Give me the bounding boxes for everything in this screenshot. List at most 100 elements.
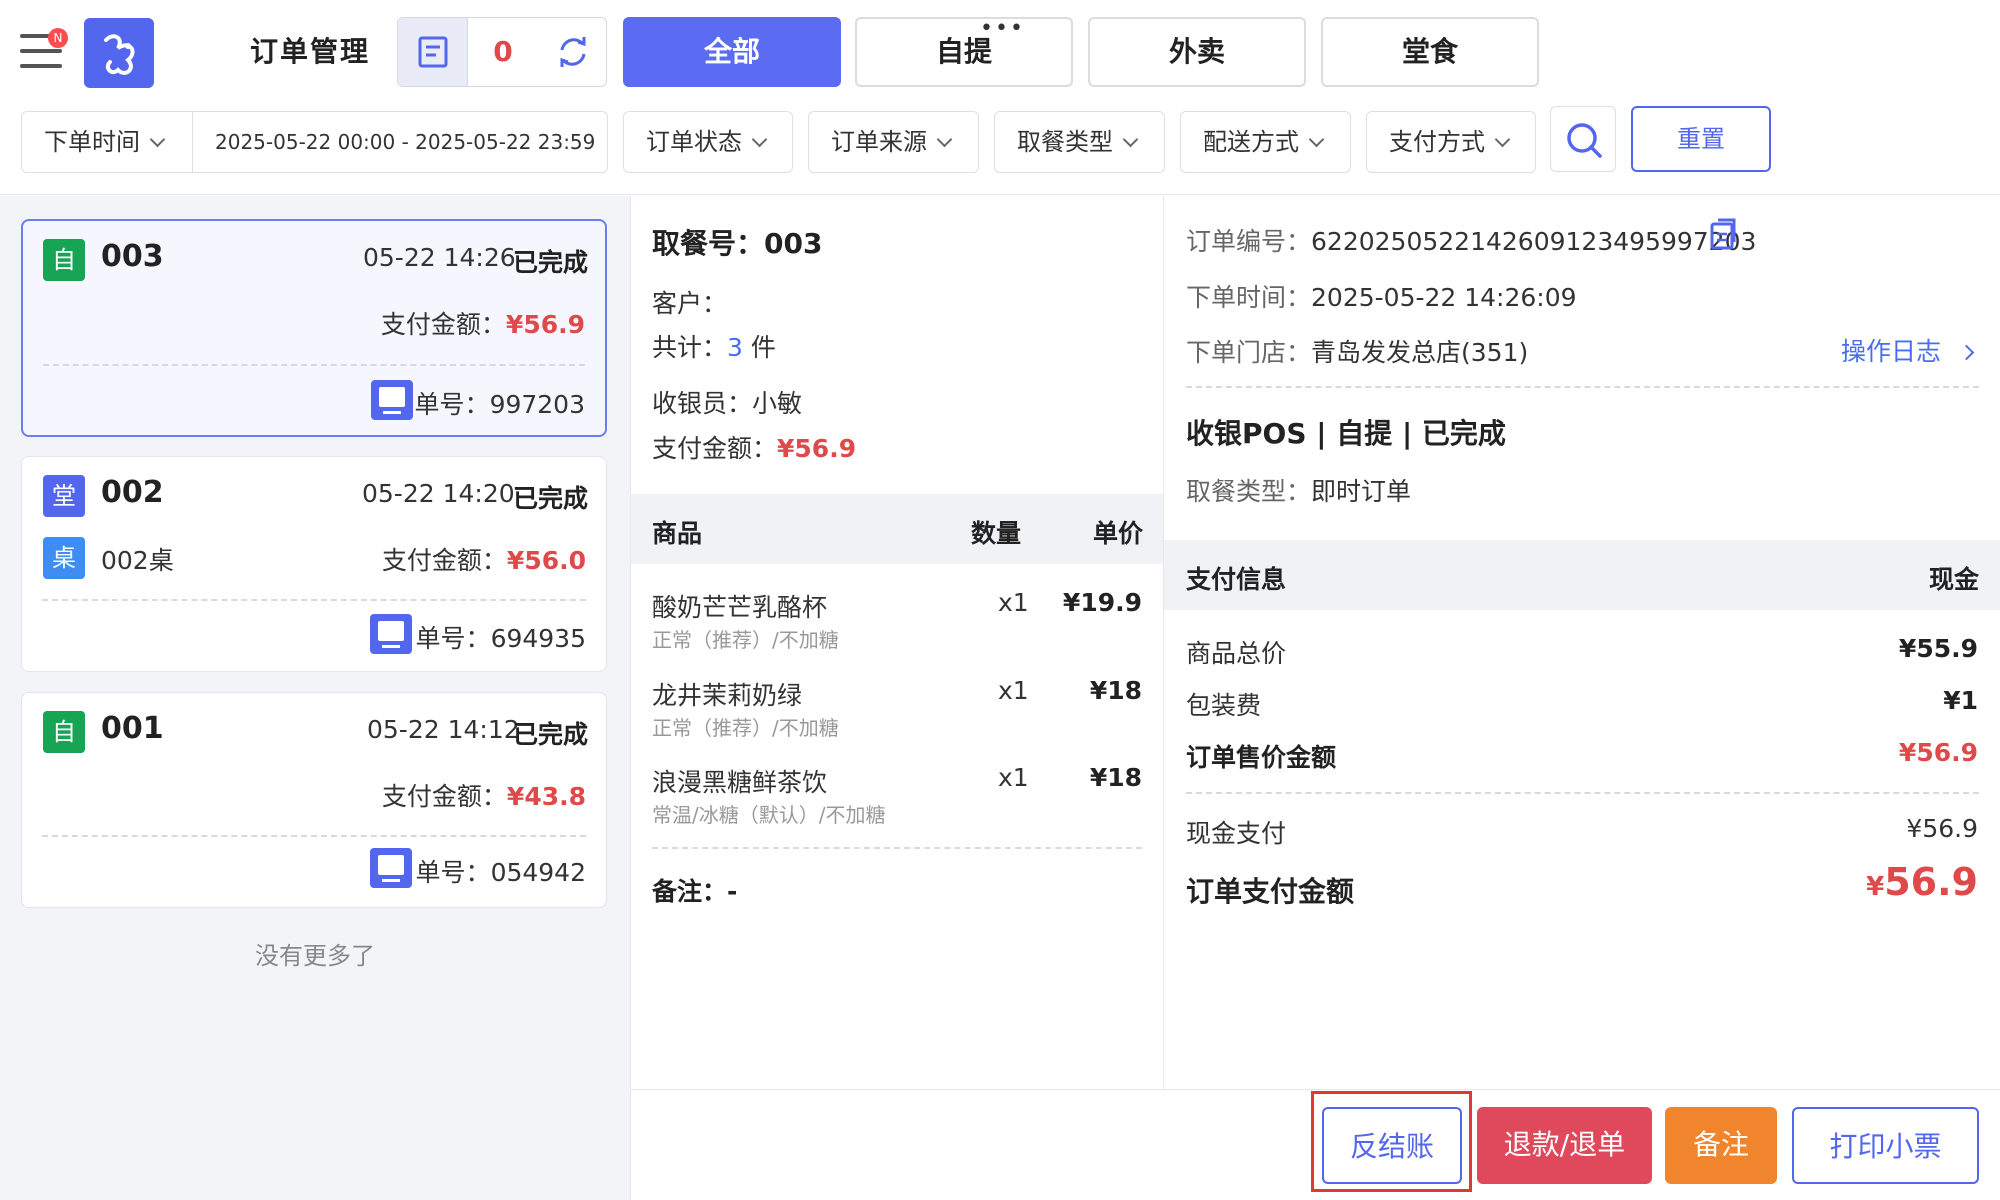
filter-delivery-method[interactable]: 配送方式 [1180,111,1351,173]
total-label: 共计： [652,333,728,362]
packing-fee-label: 包装费 [1186,691,1262,720]
goods-total-value: ¥55.9 [1898,634,1978,663]
order-no-value: 6220250522142609123495997203 [1311,227,1757,256]
customer-label: 客户： [652,289,728,318]
item-spec: 正常（推荐）/不加糖 [652,628,839,652]
dine-in-tag: 堂 [43,475,85,517]
item-qty: x1 [998,676,1029,705]
order-no: 997203 [489,390,585,419]
order-no-row: 单号：997203 [415,385,585,421]
order-no-row: 单号：054942 [416,853,586,889]
filter-order-source[interactable]: 订单来源 [808,111,979,173]
filter-meal-type[interactable]: 取餐类型 [994,111,1165,173]
pos-icon [371,380,413,420]
store-value: 青岛发发总店(351) [1311,338,1529,367]
order-no-row: 单号：694935 [416,619,586,655]
order-no: 054942 [490,858,586,887]
order-status: 已完成 [513,720,589,749]
divider [1186,792,1979,794]
meal-type-value: 即时订单 [1311,477,1412,506]
search-icon [1567,123,1602,158]
refresh-icon[interactable] [538,18,606,86]
divider [43,364,585,366]
order-list-icon[interactable] [398,18,468,86]
paid-amount-label: 订单支付金额 [1186,875,1355,908]
pickup-tag: 自 [43,239,85,281]
more-dots-icon: ••• [980,16,1025,41]
order-card-001[interactable]: 自 001 05-22 14:12 已完成 支付金额：¥43.8 单号：0549… [21,692,607,908]
item-spec: 正常（推荐）/不加糖 [652,716,839,740]
col-item: 商品 [652,519,703,548]
meal-type-row: 取餐类型：即时订单 [1186,472,1411,508]
date-filter: 下单时间 2025-05-22 00:00 - 2025-05-22 23:59 [21,111,608,173]
table-tag: 桌 [43,537,85,579]
cashier-row: 收银员：小敏 [652,384,802,420]
pay-amount: ¥43.8 [506,782,586,811]
pay-label: 支付金额： [381,546,507,575]
order-no-label: 订单编号： [1186,227,1312,256]
date-range-input[interactable]: 2025-05-22 00:00 - 2025-05-22 23:59 [215,112,595,172]
order-no-label: 单号： [415,624,491,653]
pay-amount: ¥56.0 [506,546,586,575]
col-price: 单价 [1093,519,1144,548]
order-card-003[interactable]: 自 003 05-22 14:26 已完成 支付金额：¥56.9 单号：9972… [21,219,607,437]
reverse-checkout-button[interactable]: 反结账 [1322,1107,1462,1184]
pending-count: 0 [493,35,513,68]
print-receipt-button[interactable]: 打印小票 [1792,1107,1979,1184]
cash-pay-value: ¥56.9 [1906,814,1978,843]
order-no-row: 订单编号：6220250522142609123495997203 [1186,222,1756,258]
pickup-tag: 自 [43,711,85,753]
chevron-down-icon [1122,131,1139,148]
time-type-select[interactable]: 下单时间 [44,112,166,172]
item-qty: x1 [998,763,1029,792]
app-logo [84,18,154,88]
order-number: 001 [101,711,164,746]
pay-amount-row: 支付金额：¥56.0 [382,541,586,577]
item-price: ¥18 [1089,676,1142,705]
order-toolbar: 0 [397,17,607,87]
divider [1186,386,1979,388]
time-type-label: 下单时间 [44,128,140,156]
filter-label: 支付方式 [1389,128,1485,156]
payment-method: 现金 [1928,565,1979,594]
item-name: 酸奶芒芒乳酪杯 [652,593,828,622]
item-price: ¥19.9 [1062,588,1142,617]
divider [42,835,586,837]
operation-log-label: 操作日志 [1841,337,1942,366]
remark-label: 备注： [652,877,728,906]
tab-delivery[interactable]: 外卖 [1088,17,1306,87]
cash-pay-label: 现金支付 [1186,819,1287,848]
chevron-down-icon [751,131,768,148]
tab-all[interactable]: 全部 [623,17,841,87]
order-time: 05-22 14:26 [363,243,516,272]
chevron-down-icon [1308,131,1325,148]
order-time-label: 下单时间： [1186,283,1312,312]
table-label: 002桌 [101,546,174,575]
order-status: 已完成 [513,484,589,513]
pickup-label: 取餐号： [652,227,765,260]
paid-amount-value: 56.9 [1884,860,1978,904]
note-button[interactable]: 备注 [1665,1107,1777,1184]
order-time: 05-22 14:20 [362,479,515,508]
items-table-header: 商品 数量 单价 [631,494,1163,564]
goods-total-label: 商品总价 [1186,639,1287,668]
filter-label: 取餐类型 [1017,128,1113,156]
search-button[interactable] [1550,106,1616,172]
refund-button[interactable]: 退款/退单 [1477,1107,1652,1184]
chevron-down-icon [149,131,166,148]
pickup-number-row: 取餐号：003 [652,222,822,262]
menu-icon[interactable]: N [20,28,68,68]
filter-label: 订单状态 [646,128,742,156]
tab-dine-in[interactable]: 堂食 [1321,17,1539,87]
tab-pickup[interactable]: 自提 [855,17,1073,87]
filter-payment-method[interactable]: 支付方式 [1366,111,1536,173]
chevron-down-icon [1494,131,1511,148]
chevron-right-icon [1958,344,1975,361]
reset-button[interactable]: 重置 [1631,106,1771,172]
order-time-row: 下单时间：2025-05-22 14:26:09 [1186,278,1577,314]
pay-label: 支付金额： [652,434,778,463]
copy-icon[interactable] [1708,218,1738,252]
order-card-002[interactable]: 堂 002 05-22 14:20 已完成 桌 002桌 支付金额：¥56.0 … [21,456,607,672]
operation-log-link[interactable]: 操作日志 [1841,332,1975,368]
filter-order-status[interactable]: 订单状态 [623,111,793,173]
